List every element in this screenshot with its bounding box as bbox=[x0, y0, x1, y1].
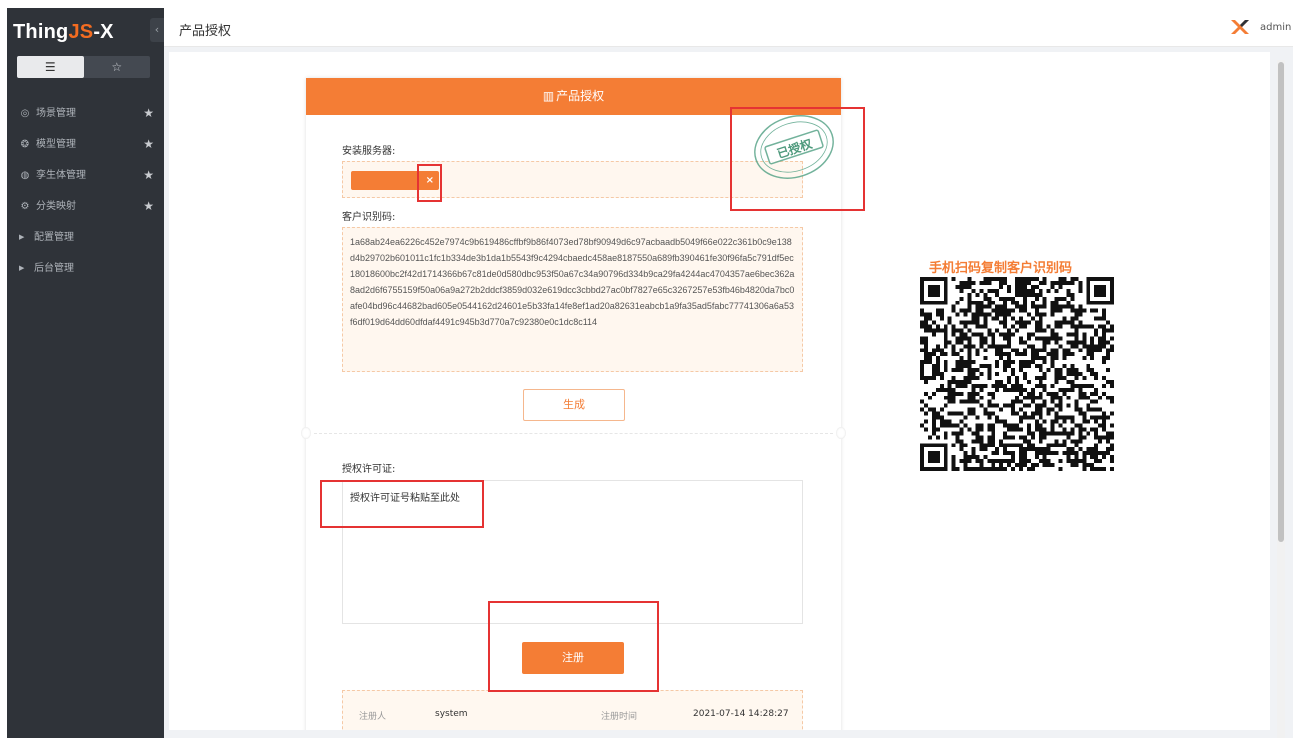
annotation-remove-box bbox=[417, 164, 442, 202]
sidebar-item-label: 分类映射 bbox=[36, 201, 76, 212]
sidebar-item-2[interactable]: ◍ 孪生体管理 ★ bbox=[7, 160, 164, 191]
layers-icon: ◎ bbox=[20, 108, 30, 119]
logo: ThingJS-X bbox=[13, 21, 114, 44]
page-title: 产品授权 bbox=[179, 24, 232, 39]
page-scrollbar[interactable] bbox=[1277, 60, 1285, 738]
customer-code[interactable]: 1a68ab24ea6226c452e7974c9b619486cffbf9b8… bbox=[342, 227, 803, 372]
caret-right-icon: ▶ bbox=[19, 264, 25, 272]
generate-button[interactable]: 生成 bbox=[523, 389, 625, 421]
sidebar-item-3[interactable]: ⚙ 分类映射 ★ bbox=[7, 191, 164, 222]
username[interactable]: admin bbox=[1260, 22, 1291, 33]
sidebar-item-4[interactable]: ▶ 配置管理 bbox=[7, 222, 164, 253]
favorites-view-tab[interactable]: ☆ bbox=[84, 56, 151, 78]
ticket-notch-right bbox=[836, 427, 846, 439]
annotation-register-box bbox=[488, 601, 659, 692]
favorite-star-icon[interactable]: ★ bbox=[143, 129, 154, 160]
section-divider bbox=[314, 433, 833, 434]
logo-prefix: Thing bbox=[13, 21, 69, 43]
qr-title: 手机扫码复制客户识别码 bbox=[929, 261, 1073, 276]
content-panel: ▥ 产品授权 安装服务器: × 客户识别码: 1a68ab24ea6226c452… bbox=[169, 52, 1270, 730]
ticket-notch-left bbox=[301, 427, 311, 439]
sidebar-item-label: 场景管理 bbox=[36, 108, 76, 119]
sidebar-item-label: 后台管理 bbox=[34, 263, 74, 274]
favorite-star-icon[interactable]: ★ bbox=[143, 191, 154, 222]
cube-icon: ❂ bbox=[20, 139, 30, 150]
card-title: 产品授权 bbox=[556, 89, 605, 103]
registrant-label: 注册人 bbox=[359, 712, 387, 722]
header: 产品授权 admin bbox=[164, 8, 1293, 47]
favorite-star-icon[interactable]: ★ bbox=[143, 98, 154, 129]
sidebar-item-0[interactable]: ◎ 场景管理 ★ bbox=[7, 98, 164, 129]
qr-code bbox=[920, 277, 1114, 471]
collapse-sidebar-button[interactable]: ‹ bbox=[150, 18, 164, 42]
globe-icon: ◍ bbox=[20, 170, 30, 181]
registration-info: 注册人 system 注册时间 2021-07-14 14:28:27 bbox=[342, 690, 803, 730]
logo-js: JS bbox=[68, 21, 94, 43]
view-toggle: ☰ ☆ bbox=[17, 56, 150, 78]
annotation-license-box bbox=[320, 480, 484, 528]
sidebar-item-label: 模型管理 bbox=[36, 139, 76, 150]
license-label: 授权许可证: bbox=[342, 464, 396, 475]
sidebar-item-5[interactable]: ▶ 后台管理 bbox=[7, 253, 164, 284]
list-view-tab[interactable]: ☰ bbox=[17, 56, 84, 78]
caret-right-icon: ▶ bbox=[19, 233, 25, 241]
mapping-icon: ⚙ bbox=[20, 201, 30, 212]
reg-time-label: 注册时间 bbox=[601, 712, 638, 722]
favorite-star-icon[interactable]: ★ bbox=[143, 160, 154, 191]
book-icon: ▥ bbox=[542, 89, 555, 103]
sidebar: ThingJS-X ‹ ☰ ☆ ◎ 场景管理 ★ ❂ 模型管理 ★ ◍ 孪生体管理 ★ ⚙ 分类映射… bbox=[7, 8, 164, 738]
sidebar-item-label: 孪生体管理 bbox=[36, 170, 86, 181]
sidebar-menu: ◎ 场景管理 ★ ❂ 模型管理 ★ ◍ 孪生体管理 ★ ⚙ 分类映射 ★ ▶ 配置管理 ▶ 后台管理 bbox=[7, 98, 164, 284]
brand-x-icon bbox=[1231, 20, 1249, 34]
registrant-value: system bbox=[435, 709, 468, 719]
logo-suffix: -X bbox=[93, 21, 114, 43]
server-label: 安装服务器: bbox=[342, 146, 396, 157]
sidebar-item-label: 配置管理 bbox=[34, 232, 74, 243]
reg-time-value: 2021-07-14 14:28:27 bbox=[693, 709, 789, 719]
code-label: 客户识别码: bbox=[342, 212, 396, 223]
sidebar-item-1[interactable]: ❂ 模型管理 ★ bbox=[7, 129, 164, 160]
annotation-stamp-box bbox=[730, 107, 865, 211]
scrollbar-thumb[interactable] bbox=[1278, 62, 1284, 542]
